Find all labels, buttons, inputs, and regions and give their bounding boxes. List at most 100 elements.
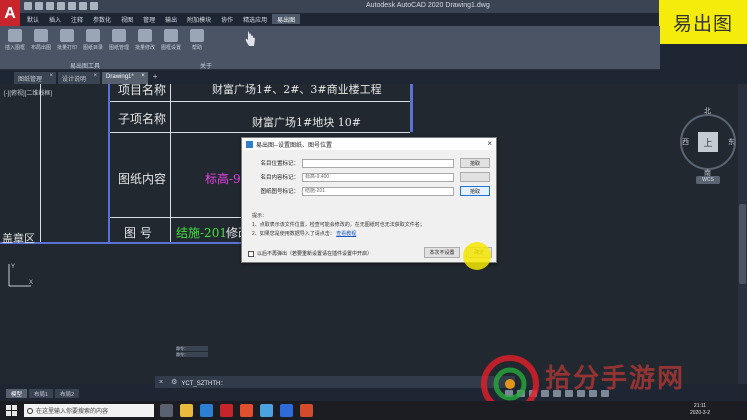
- ribbon-tab[interactable]: 视图: [116, 14, 138, 24]
- dialog-row-directory-position: 名目位置标记： 拾取: [246, 158, 490, 168]
- tutorial-link[interactable]: 查看教程: [336, 231, 356, 237]
- file-explorer-icon[interactable]: [180, 404, 193, 417]
- document-tab-label: Drawing1*: [106, 74, 134, 80]
- layout-tab[interactable]: 模型: [6, 389, 28, 398]
- new-icon[interactable]: [24, 2, 32, 10]
- drawing-number-value: 结施-201: [176, 226, 227, 240]
- ribbon-tab[interactable]: 注释: [66, 14, 88, 24]
- tool-icon: [138, 29, 152, 42]
- command-line[interactable]: × ⚙ YCT_SZTHTH：: [155, 376, 515, 388]
- ribbon-tool-button[interactable]: 插入图框: [4, 29, 26, 59]
- compass-east[interactable]: 东: [728, 137, 735, 147]
- tool-icon: [60, 29, 74, 42]
- ribbon-tab[interactable]: 易出图: [272, 14, 301, 24]
- drawing-content-label: 图纸内容: [118, 172, 167, 186]
- pick-button-1[interactable]: 拾取: [460, 158, 490, 168]
- windows-taskbar: 在这里输入你要搜索的内容 21:11 2020-3-2: [0, 401, 747, 420]
- ribbon-tab[interactable]: 管理: [138, 14, 160, 24]
- autocad-logo-button[interactable]: A: [0, 0, 20, 28]
- tool-label: 图框设置: [160, 45, 181, 51]
- word-icon[interactable]: [280, 404, 293, 417]
- app-icon[interactable]: [260, 404, 273, 417]
- ribbon-tab[interactable]: 附加模块: [182, 14, 216, 24]
- navcube-top-face[interactable]: 上: [698, 132, 718, 152]
- vertical-scrollbar[interactable]: [738, 84, 747, 384]
- ribbon-tool-button[interactable]: 图纸管理: [108, 29, 130, 59]
- ribbon-tool-button[interactable]: 布局出图: [30, 29, 52, 59]
- ribbon-tool-button[interactable]: 批量打印: [56, 29, 78, 59]
- close-tab-icon[interactable]: ×: [141, 73, 145, 79]
- open-icon[interactable]: [35, 2, 43, 10]
- pick-button-3[interactable]: 拾取: [460, 186, 490, 196]
- ribbon-tab[interactable]: 精选应用: [238, 14, 272, 24]
- watermark-text: 拾分手游网: [545, 364, 686, 394]
- panel-label-tools: 易出图工具: [70, 64, 101, 70]
- layout-tab[interactable]: 布局1: [29, 389, 54, 398]
- taskbar-apps: [160, 404, 313, 417]
- command-prompt[interactable]: YCT_SZTHTH：: [181, 378, 226, 387]
- ribbon-tool-button[interactable]: 帮助: [186, 29, 208, 59]
- tool-icon: [164, 29, 178, 42]
- scrollbar-thumb[interactable]: [739, 204, 746, 284]
- ribbon-tool-button[interactable]: 图框设置: [160, 29, 182, 59]
- print-icon[interactable]: [68, 2, 76, 10]
- close-icon[interactable]: ×: [159, 379, 163, 386]
- task-view-icon[interactable]: [160, 404, 173, 417]
- layout-tab[interactable]: 布局2: [55, 389, 80, 398]
- chrome-icon[interactable]: [240, 404, 253, 417]
- pick-button-2[interactable]: [460, 172, 490, 182]
- close-tab-icon[interactable]: ×: [94, 73, 98, 79]
- ribbon-tool-button[interactable]: 图纸目录: [82, 29, 104, 59]
- dont-show-again-checkbox[interactable]: [248, 250, 254, 257]
- document-tab[interactable]: 设计说明 ×: [58, 72, 101, 84]
- ribbon-tab[interactable]: 输出: [160, 14, 182, 24]
- autocad-taskbar-icon[interactable]: [220, 404, 233, 417]
- ribbon-tab[interactable]: 协作: [216, 14, 238, 24]
- layout-tabs: 模型 布局1 布局2: [6, 389, 80, 398]
- tips-title: 提示：: [252, 213, 268, 219]
- redo-icon[interactable]: [90, 2, 98, 10]
- directory-position-field[interactable]: [302, 158, 454, 168]
- undo-icon[interactable]: [79, 2, 87, 10]
- navcube[interactable]: 上 北 南 西 东 WCS: [672, 106, 744, 196]
- dialog-title-bar[interactable]: 易出图--设置图纸、图号位置 ×: [242, 138, 496, 150]
- tool-label: 图纸目录: [82, 45, 103, 51]
- ribbon-tab[interactable]: 插入: [44, 14, 66, 24]
- skip-button[interactable]: 本次不设置: [424, 247, 460, 258]
- hand-icon[interactable]: [244, 30, 256, 48]
- wcs-menu[interactable]: WCS: [696, 176, 720, 184]
- command-history: 命令： 命令：: [176, 346, 208, 366]
- save-icon[interactable]: [46, 2, 54, 10]
- powerpoint-icon[interactable]: [300, 404, 313, 417]
- command-history-line: 命令：: [176, 346, 208, 351]
- compass-north[interactable]: 北: [704, 106, 711, 116]
- tip-2-text: 2、如果您是使用数据导入了请点击：: [252, 231, 335, 237]
- title-bar: Autodesk AutoCAD 2020 Drawing1.dwg: [0, 0, 747, 13]
- dialog-close-icon[interactable]: ×: [487, 139, 492, 148]
- app-title: Autodesk AutoCAD 2020 Drawing1.dwg: [366, 2, 490, 9]
- dialog-row-directory-content: 名目内容标记： 标高-9.400: [246, 172, 490, 182]
- ribbon-tool-button[interactable]: 批量修改: [134, 29, 156, 59]
- save-as-icon[interactable]: [57, 2, 65, 10]
- document-tab[interactable]: 图纸管理 ×: [14, 72, 57, 84]
- windows-start-icon[interactable]: [6, 405, 17, 416]
- drawing-number-field[interactable]: 结施-201: [302, 186, 454, 196]
- row-label: 名目位置标记：: [260, 161, 299, 167]
- tip-2: 2、如果您是使用数据导入了请点击： 查看教程: [252, 230, 356, 237]
- clock-date: 2020-3-2: [690, 410, 711, 416]
- close-tab-icon[interactable]: ×: [50, 73, 54, 79]
- drawing-number-label: 图 号: [124, 226, 152, 240]
- tip-1: 1、点取表示该文件位置，检查可能会修改的，在无图纸时也无法获取文件名；: [252, 222, 425, 228]
- store-icon[interactable]: [200, 404, 213, 417]
- taskbar-clock[interactable]: 21:11 2020-3-2: [690, 403, 710, 417]
- ucs-icon: Y X: [8, 264, 33, 287]
- ribbon-tab[interactable]: 默认: [22, 14, 44, 24]
- wrench-icon[interactable]: ⚙: [171, 378, 177, 386]
- taskbar-search[interactable]: 在这里输入你要搜索的内容: [24, 404, 154, 417]
- directory-content-field[interactable]: 标高-9.400: [302, 172, 454, 182]
- dialog-app-icon: [246, 140, 253, 148]
- ribbon-tab[interactable]: 参数化: [88, 14, 116, 24]
- seal-area-label: 盖章区: [2, 232, 35, 245]
- compass-west[interactable]: 西: [682, 137, 689, 147]
- clock-time: 21:11: [693, 403, 707, 409]
